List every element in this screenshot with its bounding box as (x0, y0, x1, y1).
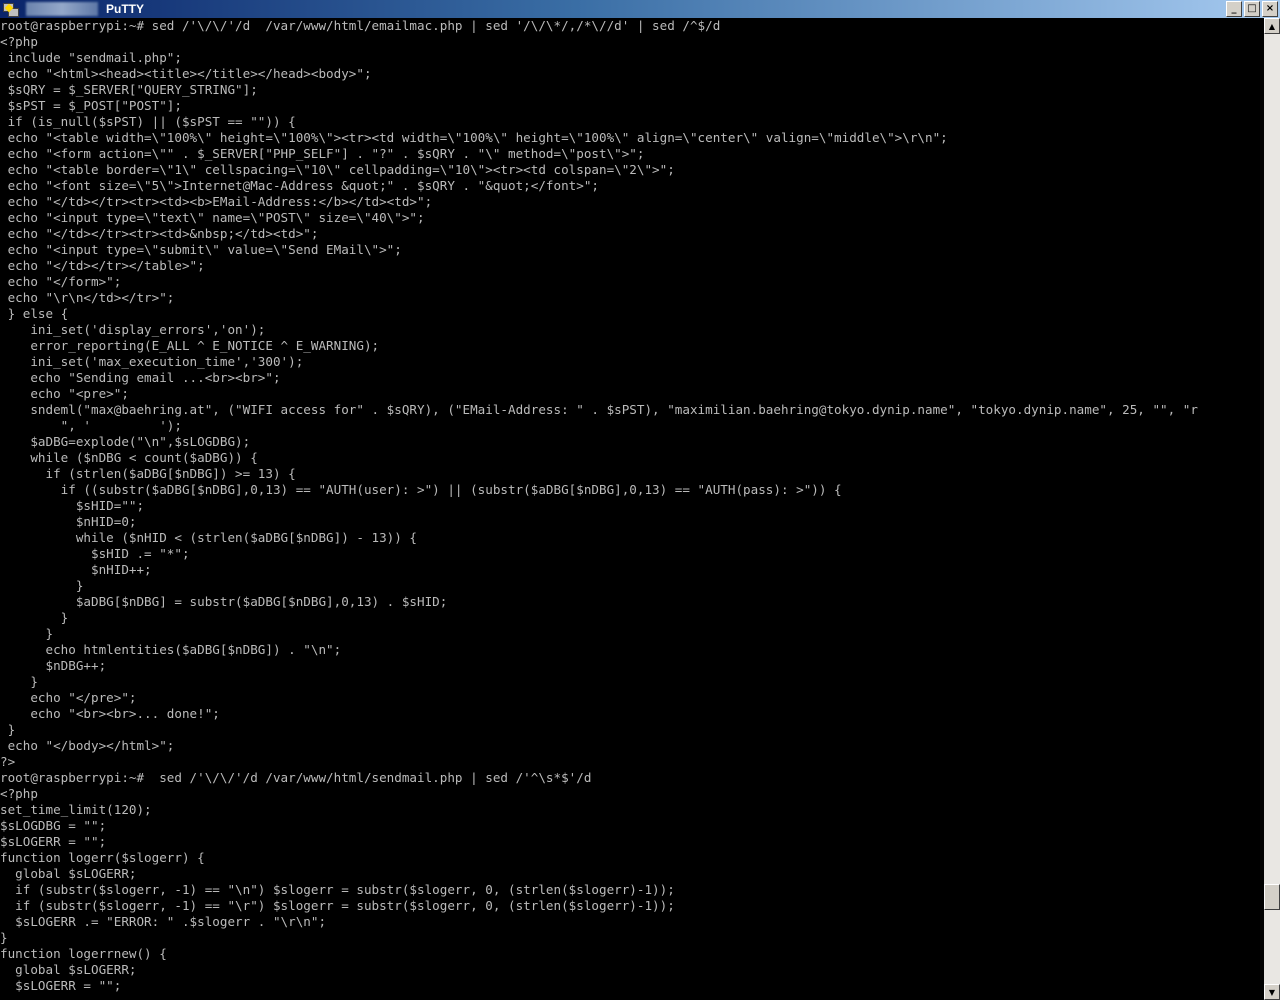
terminal-line: $sQRY = $_SERVER["QUERY_STRING"]; (0, 82, 258, 97)
terminal-line: echo "<br><br>... done!"; (0, 706, 220, 721)
terminal-line: $aDBG[$nDBG] = substr($aDBG[$nDBG],0,13)… (0, 594, 448, 609)
terminal-line: $sHID=""; (0, 498, 145, 513)
terminal-line: echo "</td></tr><tr><td><b>EMail-Address… (0, 194, 433, 209)
terminal-line: $nDBG++; (0, 658, 107, 673)
terminal-line: sndeml("max@baehring.at", ("WIFI access … (0, 402, 1198, 417)
window-title: PuTTY (106, 2, 144, 16)
terminal-line: $sLOGERR = ""; (0, 834, 107, 849)
terminal-line: echo "</td></tr></table>"; (0, 258, 205, 273)
terminal-line: global $sLOGERR; (0, 962, 137, 977)
terminal-line: ?> (0, 754, 16, 769)
title-bar[interactable]: PuTTY _ □ × (0, 0, 1280, 18)
terminal-line: if (substr($slogerr, -1) == "\r") $sloge… (0, 898, 675, 913)
terminal-line: echo "<input type=\"submit\" value=\"Sen… (0, 242, 402, 257)
terminal-line: echo "\r\n</td></tr>"; (0, 290, 175, 305)
putty-icon[interactable] (2, 1, 19, 17)
terminal-line: while ($nDBG < count($aDBG)) { (0, 450, 258, 465)
terminal-line: echo "</td></tr><tr><td>&nbsp;</td><td>"… (0, 226, 319, 241)
terminal-line: echo "</form>"; (0, 274, 122, 289)
terminal-line: include "sendmail.php"; (0, 50, 182, 65)
minimize-button[interactable]: _ (1226, 1, 1242, 17)
scroll-down-button[interactable]: ▼ (1264, 984, 1280, 1000)
terminal-line: } (0, 578, 84, 593)
terminal-line: root@raspberrypi:~# sed /'\/\/'/d /var/w… (0, 770, 592, 785)
terminal-line: function logerrnew() { (0, 946, 167, 961)
redacted-title-prefix (26, 2, 98, 16)
terminal-line: $sLOGDBG = ""; (0, 818, 107, 833)
terminal-line: } (0, 674, 38, 689)
terminal-line: function logerr($slogerr) { (0, 850, 205, 865)
window-controls: _ □ × (1224, 1, 1278, 17)
terminal-line: ", ' '); (0, 418, 182, 433)
terminal-line: set_time_limit(120); (0, 802, 152, 817)
terminal-line: echo "<input type=\"text\" name=\"POST\"… (0, 210, 425, 225)
terminal-line: } (0, 610, 69, 625)
maximize-button[interactable]: □ (1244, 1, 1260, 17)
terminal-line: echo "</pre>"; (0, 690, 137, 705)
terminal-line: echo "<font size=\"5\">Internet@Mac-Addr… (0, 178, 599, 193)
terminal-line: <?php (0, 786, 38, 801)
terminal-line: } else { (0, 306, 69, 321)
terminal-line: echo "<form action=\"" . $_SERVER["PHP_S… (0, 146, 645, 161)
terminal-line: $nHID=0; (0, 514, 137, 529)
terminal-line: if (substr($slogerr, -1) == "\n") $sloge… (0, 882, 675, 897)
terminal-line: echo "<pre>"; (0, 386, 129, 401)
terminal-line: if (strlen($aDBG[$nDBG]) >= 13) { (0, 466, 296, 481)
terminal-line: echo "Sending email ...<br><br>"; (0, 370, 281, 385)
terminal-line: echo "</body></html>"; (0, 738, 175, 753)
terminal-line: if (is_null($sPST) || ($sPST == "")) { (0, 114, 296, 129)
terminal-line: $sLOGERR = ""; (0, 978, 122, 993)
scroll-up-button[interactable]: ▲ (1264, 18, 1280, 34)
terminal-line: } (0, 930, 8, 945)
terminal-line: ini_set('max_execution_time','300'); (0, 354, 304, 369)
terminal-line: echo "<table width=\"100%\" height=\"100… (0, 130, 948, 145)
close-button[interactable]: × (1262, 1, 1278, 17)
terminal-line: echo "<table border=\"1\" cellspacing=\"… (0, 162, 675, 177)
terminal-line: error_reporting(E_ALL ^ E_NOTICE ^ E_WAR… (0, 338, 380, 353)
terminal-line: global $sLOGERR; (0, 866, 137, 881)
terminal-output[interactable]: root@raspberrypi:~# sed /'\/\/'/d /var/w… (0, 18, 1264, 1000)
terminal-line: } (0, 722, 16, 737)
terminal-line: $sPST = $_POST["POST"]; (0, 98, 182, 113)
terminal-line: $sLOGERR .= "ERROR: " .$slogerr . "\r\n"… (0, 914, 327, 929)
vertical-scrollbar[interactable]: ▲ ▼ (1264, 18, 1280, 1000)
terminal-line: if ((substr($aDBG[$nDBG],0,13) == "AUTH(… (0, 482, 842, 497)
terminal-line: $nHID++; (0, 562, 152, 577)
terminal-line: $sHID .= "*"; (0, 546, 190, 561)
terminal-line: echo htmlentities($aDBG[$nDBG]) . "\n"; (0, 642, 342, 657)
scroll-thumb[interactable] (1264, 884, 1280, 910)
terminal-line: echo "<html><head><title></title></head>… (0, 66, 372, 81)
terminal-line: while ($nHID < (strlen($aDBG[$nDBG]) - 1… (0, 530, 418, 545)
terminal-line: $aDBG=explode("\n",$sLOGDBG); (0, 434, 251, 449)
terminal-line: root@raspberrypi:~# sed /'\/\/'/d /var/w… (0, 18, 721, 33)
terminal-line: } (0, 626, 54, 641)
terminal-line: <?php (0, 34, 38, 49)
terminal-line: ini_set('display_errors','on'); (0, 322, 266, 337)
